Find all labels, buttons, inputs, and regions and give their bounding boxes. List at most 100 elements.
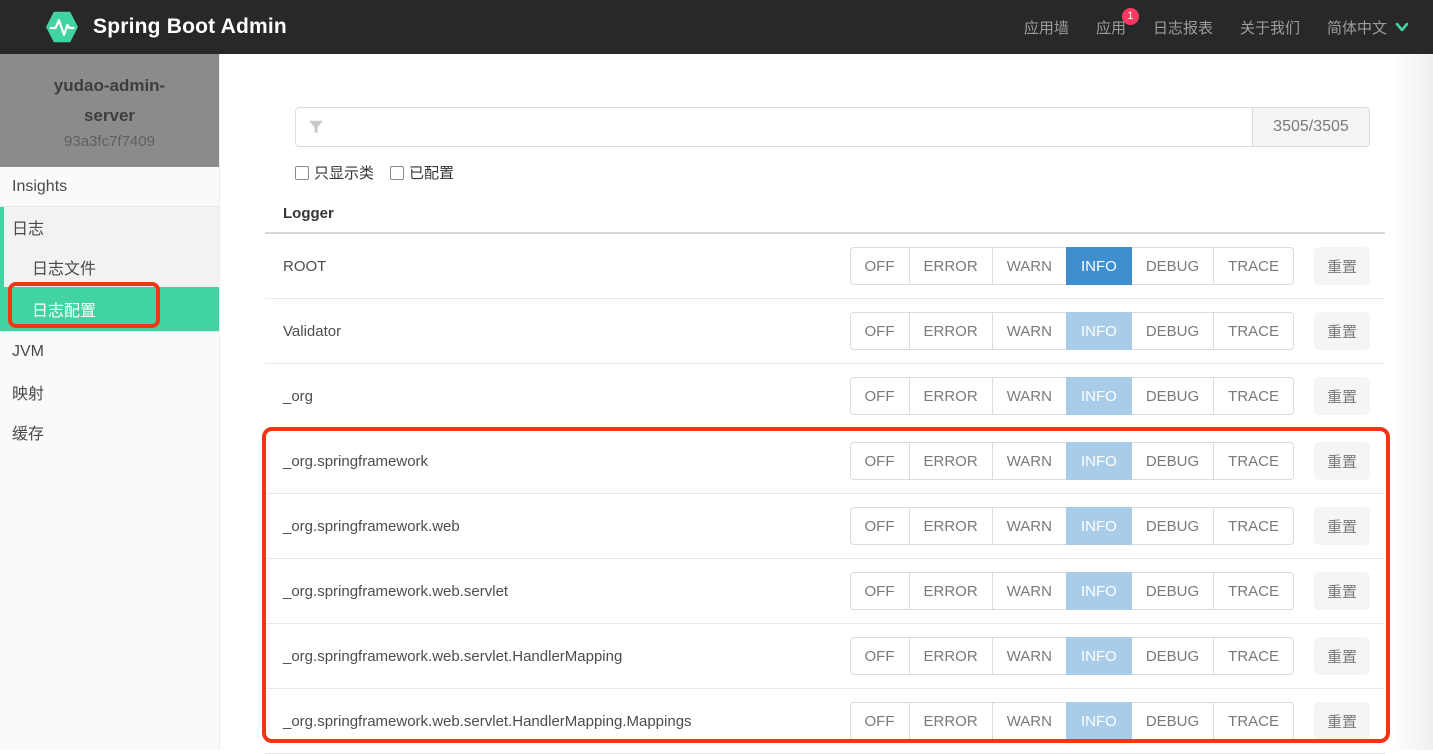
- logger-row: ROOT OFFERRORWARNINFODEBUGTRACE 重置: [265, 234, 1385, 299]
- nav-item-about[interactable]: 关于我们: [1240, 17, 1300, 38]
- sidebar-item-insights[interactable]: Insights: [0, 167, 219, 207]
- logger-controls: OFFERRORWARNINFODEBUGTRACE 重置: [850, 442, 1370, 480]
- reset-button[interactable]: 重置: [1314, 637, 1370, 675]
- logger-controls: OFFERRORWARNINFODEBUGTRACE 重置: [850, 637, 1370, 675]
- logger-row: _org.springframework OFFERRORWARNINFODEB…: [265, 429, 1385, 494]
- level-button-warn[interactable]: WARN: [992, 702, 1067, 740]
- level-button-debug[interactable]: DEBUG: [1131, 702, 1214, 740]
- level-button-debug[interactable]: DEBUG: [1131, 377, 1214, 415]
- level-button-debug[interactable]: DEBUG: [1131, 312, 1214, 350]
- reset-button[interactable]: 重置: [1314, 702, 1370, 740]
- level-button-error[interactable]: ERROR: [909, 702, 993, 740]
- logger-count: 3505/3505: [1253, 107, 1370, 147]
- level-button-warn[interactable]: WARN: [992, 572, 1067, 610]
- level-button-trace[interactable]: TRACE: [1213, 572, 1294, 610]
- level-button-error[interactable]: ERROR: [909, 312, 993, 350]
- level-button-trace[interactable]: TRACE: [1213, 377, 1294, 415]
- app-logo-icon: [45, 10, 79, 44]
- level-button-warn[interactable]: WARN: [992, 247, 1067, 285]
- sidebar-item-logs[interactable]: 日志: [0, 207, 219, 247]
- reset-button[interactable]: 重置: [1314, 312, 1370, 350]
- checkbox-icon: [295, 166, 309, 180]
- nav-item-wallboard[interactable]: 应用墙: [1024, 17, 1069, 38]
- level-button-group: OFFERRORWARNINFODEBUGTRACE: [850, 507, 1294, 545]
- level-button-trace[interactable]: TRACE: [1213, 507, 1294, 545]
- level-button-info[interactable]: INFO: [1066, 247, 1132, 285]
- level-button-off[interactable]: OFF: [850, 702, 910, 740]
- level-button-warn[interactable]: WARN: [992, 377, 1067, 415]
- level-button-off[interactable]: OFF: [850, 637, 910, 675]
- logger-name: _org.springframework.web: [283, 518, 850, 535]
- sidebar-item-loggers[interactable]: 日志配置: [0, 287, 219, 331]
- level-button-info[interactable]: INFO: [1066, 377, 1132, 415]
- level-button-debug[interactable]: DEBUG: [1131, 637, 1214, 675]
- sidebar-item-logfile[interactable]: 日志文件: [0, 247, 219, 287]
- navbar: Spring Boot Admin 应用墙 应用 1 日志报表 关于我们 简体中…: [0, 0, 1433, 54]
- level-button-warn[interactable]: WARN: [992, 442, 1067, 480]
- logger-row: _org.springframework.web.servlet.Handler…: [265, 624, 1385, 689]
- level-button-warn[interactable]: WARN: [992, 312, 1067, 350]
- level-button-off[interactable]: OFF: [850, 377, 910, 415]
- sidebar-item-caches[interactable]: 缓存: [0, 412, 219, 452]
- level-button-group: OFFERRORWARNINFODEBUGTRACE: [850, 702, 1294, 740]
- level-button-debug[interactable]: DEBUG: [1131, 247, 1214, 285]
- level-button-off[interactable]: OFF: [850, 247, 910, 285]
- reset-button[interactable]: 重置: [1314, 377, 1370, 415]
- level-button-error[interactable]: ERROR: [909, 442, 993, 480]
- level-button-info[interactable]: INFO: [1066, 637, 1132, 675]
- nav-item-applications[interactable]: 应用 1: [1096, 17, 1126, 38]
- level-button-off[interactable]: OFF: [850, 572, 910, 610]
- checkbox-class-only[interactable]: 只显示类: [295, 162, 374, 183]
- logger-row: Validator OFFERRORWARNINFODEBUGTRACE 重置: [265, 299, 1385, 364]
- reset-button[interactable]: 重置: [1314, 572, 1370, 610]
- level-button-error[interactable]: ERROR: [909, 572, 993, 610]
- level-button-debug[interactable]: DEBUG: [1131, 572, 1214, 610]
- logger-table-body: ROOT OFFERRORWARNINFODEBUGTRACE 重置 Valid…: [265, 234, 1385, 754]
- level-button-error[interactable]: ERROR: [909, 247, 993, 285]
- level-button-info[interactable]: INFO: [1066, 507, 1132, 545]
- level-button-error[interactable]: ERROR: [909, 507, 993, 545]
- language-selector[interactable]: 简体中文: [1327, 17, 1409, 38]
- sidebar-item-jvm[interactable]: JVM: [0, 332, 219, 372]
- level-button-info[interactable]: INFO: [1066, 702, 1132, 740]
- level-button-trace[interactable]: TRACE: [1213, 442, 1294, 480]
- level-button-trace[interactable]: TRACE: [1213, 247, 1294, 285]
- level-button-info[interactable]: INFO: [1066, 312, 1132, 350]
- level-button-group: OFFERRORWARNINFODEBUGTRACE: [850, 572, 1294, 610]
- level-button-trace[interactable]: TRACE: [1213, 312, 1294, 350]
- level-button-off[interactable]: OFF: [850, 507, 910, 545]
- sidebar-item-mappings[interactable]: 映射: [0, 372, 219, 412]
- level-button-error[interactable]: ERROR: [909, 637, 993, 675]
- level-button-debug[interactable]: DEBUG: [1131, 442, 1214, 480]
- reset-button[interactable]: 重置: [1314, 442, 1370, 480]
- level-button-warn[interactable]: WARN: [992, 507, 1067, 545]
- logger-name: _org.springframework.web.servlet: [283, 583, 850, 600]
- level-button-trace[interactable]: TRACE: [1213, 702, 1294, 740]
- logger-filter-input[interactable]: [295, 107, 1253, 147]
- level-button-info[interactable]: INFO: [1066, 572, 1132, 610]
- logger-row: _org.springframework.web OFFERRORWARNINF…: [265, 494, 1385, 559]
- logger-name: ROOT: [283, 258, 850, 275]
- level-button-trace[interactable]: TRACE: [1213, 637, 1294, 675]
- level-button-off[interactable]: OFF: [850, 312, 910, 350]
- level-button-off[interactable]: OFF: [850, 442, 910, 480]
- level-button-debug[interactable]: DEBUG: [1131, 507, 1214, 545]
- logger-name: _org.springframework.web.servlet.Handler…: [283, 713, 850, 730]
- sidebar: yudao-admin-server 93a3fc7f7409 Insights…: [0, 54, 220, 750]
- brand[interactable]: Spring Boot Admin: [45, 10, 287, 44]
- filter-options: 只显示类 已配置: [295, 162, 1385, 183]
- logger-controls: OFFERRORWARNINFODEBUGTRACE 重置: [850, 312, 1370, 350]
- level-button-group: OFFERRORWARNINFODEBUGTRACE: [850, 377, 1294, 415]
- logger-table-header: Logger: [265, 205, 1385, 234]
- logger-controls: OFFERRORWARNINFODEBUGTRACE 重置: [850, 507, 1370, 545]
- nav-item-journal[interactable]: 日志报表: [1153, 17, 1213, 38]
- reset-button[interactable]: 重置: [1314, 507, 1370, 545]
- level-button-warn[interactable]: WARN: [992, 637, 1067, 675]
- level-button-info[interactable]: INFO: [1066, 442, 1132, 480]
- checkbox-configured[interactable]: 已配置: [390, 162, 454, 183]
- level-button-group: OFFERRORWARNINFODEBUGTRACE: [850, 442, 1294, 480]
- instance-header[interactable]: yudao-admin-server 93a3fc7f7409: [0, 54, 219, 167]
- level-button-error[interactable]: ERROR: [909, 377, 993, 415]
- reset-button[interactable]: 重置: [1314, 247, 1370, 285]
- logger-row: _org OFFERRORWARNINFODEBUGTRACE 重置: [265, 364, 1385, 429]
